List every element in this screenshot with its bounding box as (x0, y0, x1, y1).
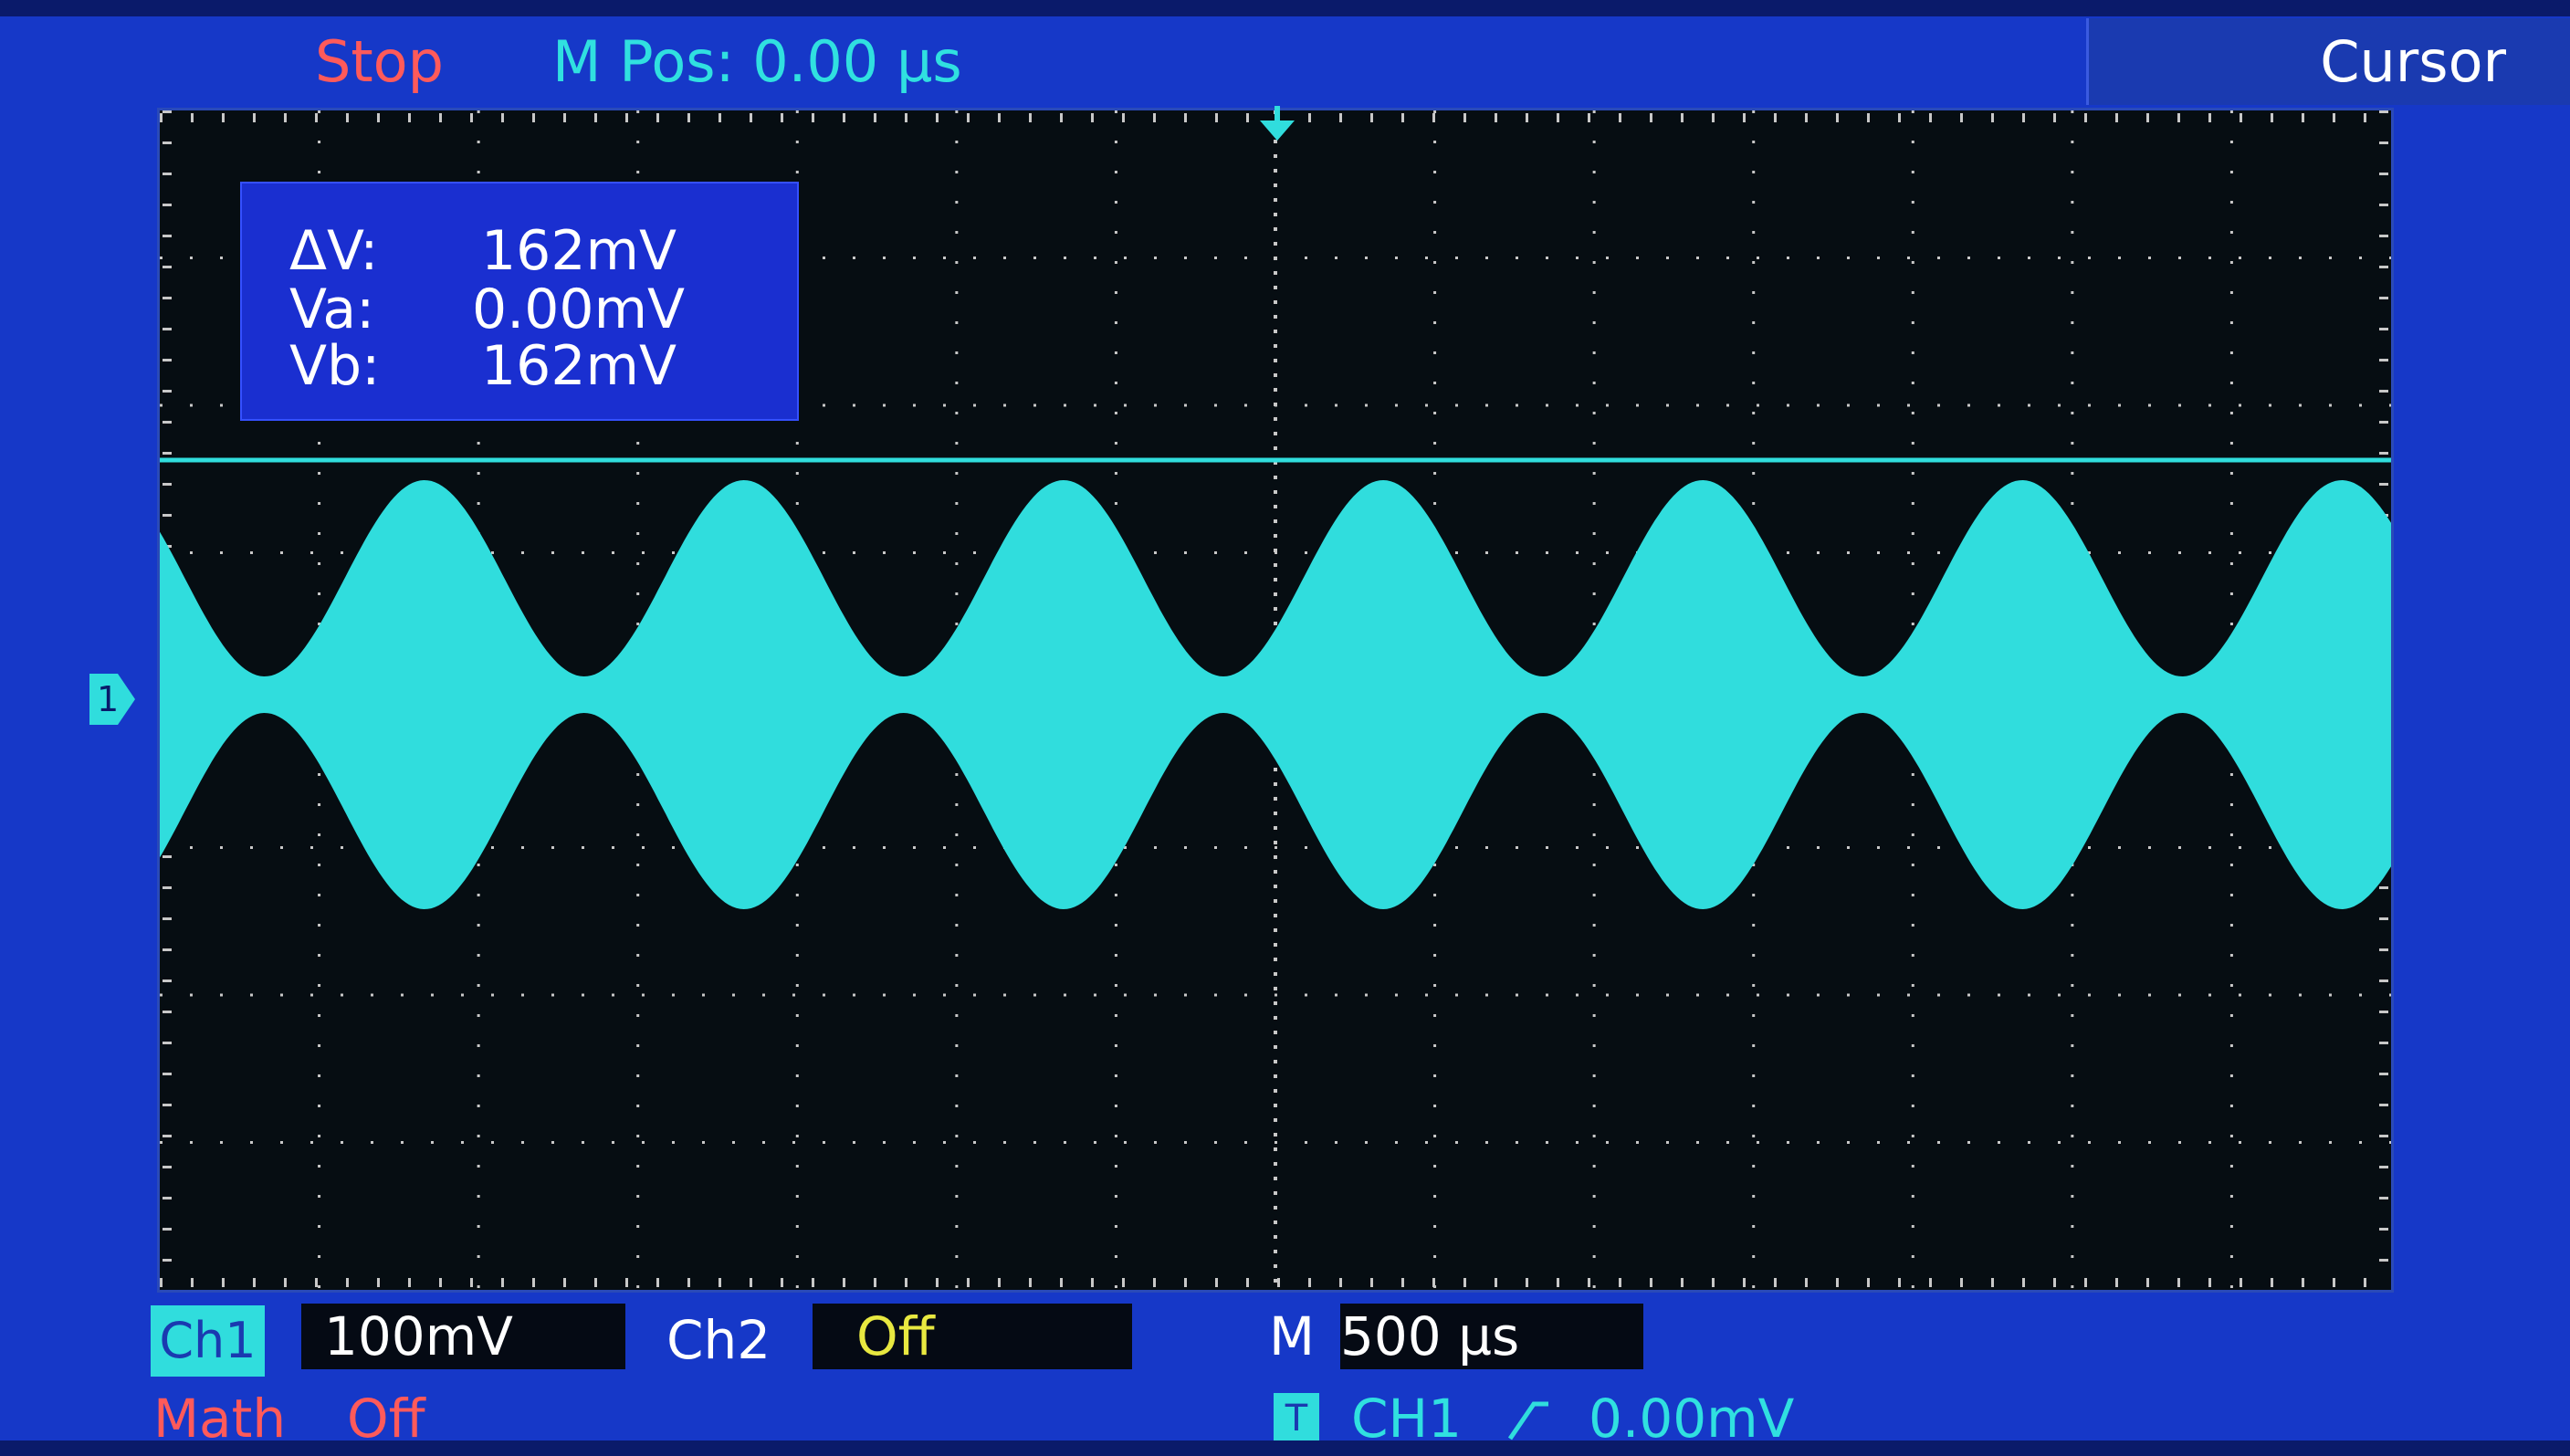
run-state: Stop (315, 28, 444, 95)
menu-tab-cursor[interactable]: Cursor (2086, 18, 2570, 105)
readout-label: ΔV: (289, 219, 379, 283)
horizontal-position: M Pos: 0.00 µs (552, 28, 962, 95)
rising-edge-icon (1507, 1401, 1548, 1440)
readout-label: Vb: (289, 334, 381, 398)
readout-label: Va: (289, 278, 375, 341)
menu-tab-label: Cursor (2320, 28, 2506, 95)
bottom-bezel (0, 1440, 2570, 1456)
ch2-label[interactable]: Ch2 (666, 1307, 771, 1373)
top-bezel (0, 0, 2570, 16)
channel1-ground-marker[interactable]: 1 (89, 674, 135, 725)
trigger-position-icon[interactable] (1258, 106, 1296, 142)
timebase-value-box: 500 µs (1340, 1304, 1643, 1369)
readout-value: 162mV (481, 219, 677, 283)
ch2-status: Off (813, 1304, 1132, 1369)
timebase: M 500 µs (1269, 1304, 1643, 1369)
readout-value: 162mV (481, 334, 677, 398)
waveform-screen: ΔV: 162mV Va: 0.00mV Vb: 162mV (157, 108, 2394, 1293)
timebase-prefix: M (1269, 1305, 1316, 1367)
ch1-volts-div: 100mV (301, 1304, 625, 1369)
ch1-button[interactable]: Ch1 (151, 1305, 265, 1377)
cursor-readout: ΔV: 162mV Va: 0.00mV Vb: 162mV (240, 182, 799, 421)
trigger-icon: T (1274, 1393, 1319, 1444)
readout-value: 0.00mV (472, 278, 686, 341)
timebase-value: 500 µs (1340, 1305, 1520, 1367)
